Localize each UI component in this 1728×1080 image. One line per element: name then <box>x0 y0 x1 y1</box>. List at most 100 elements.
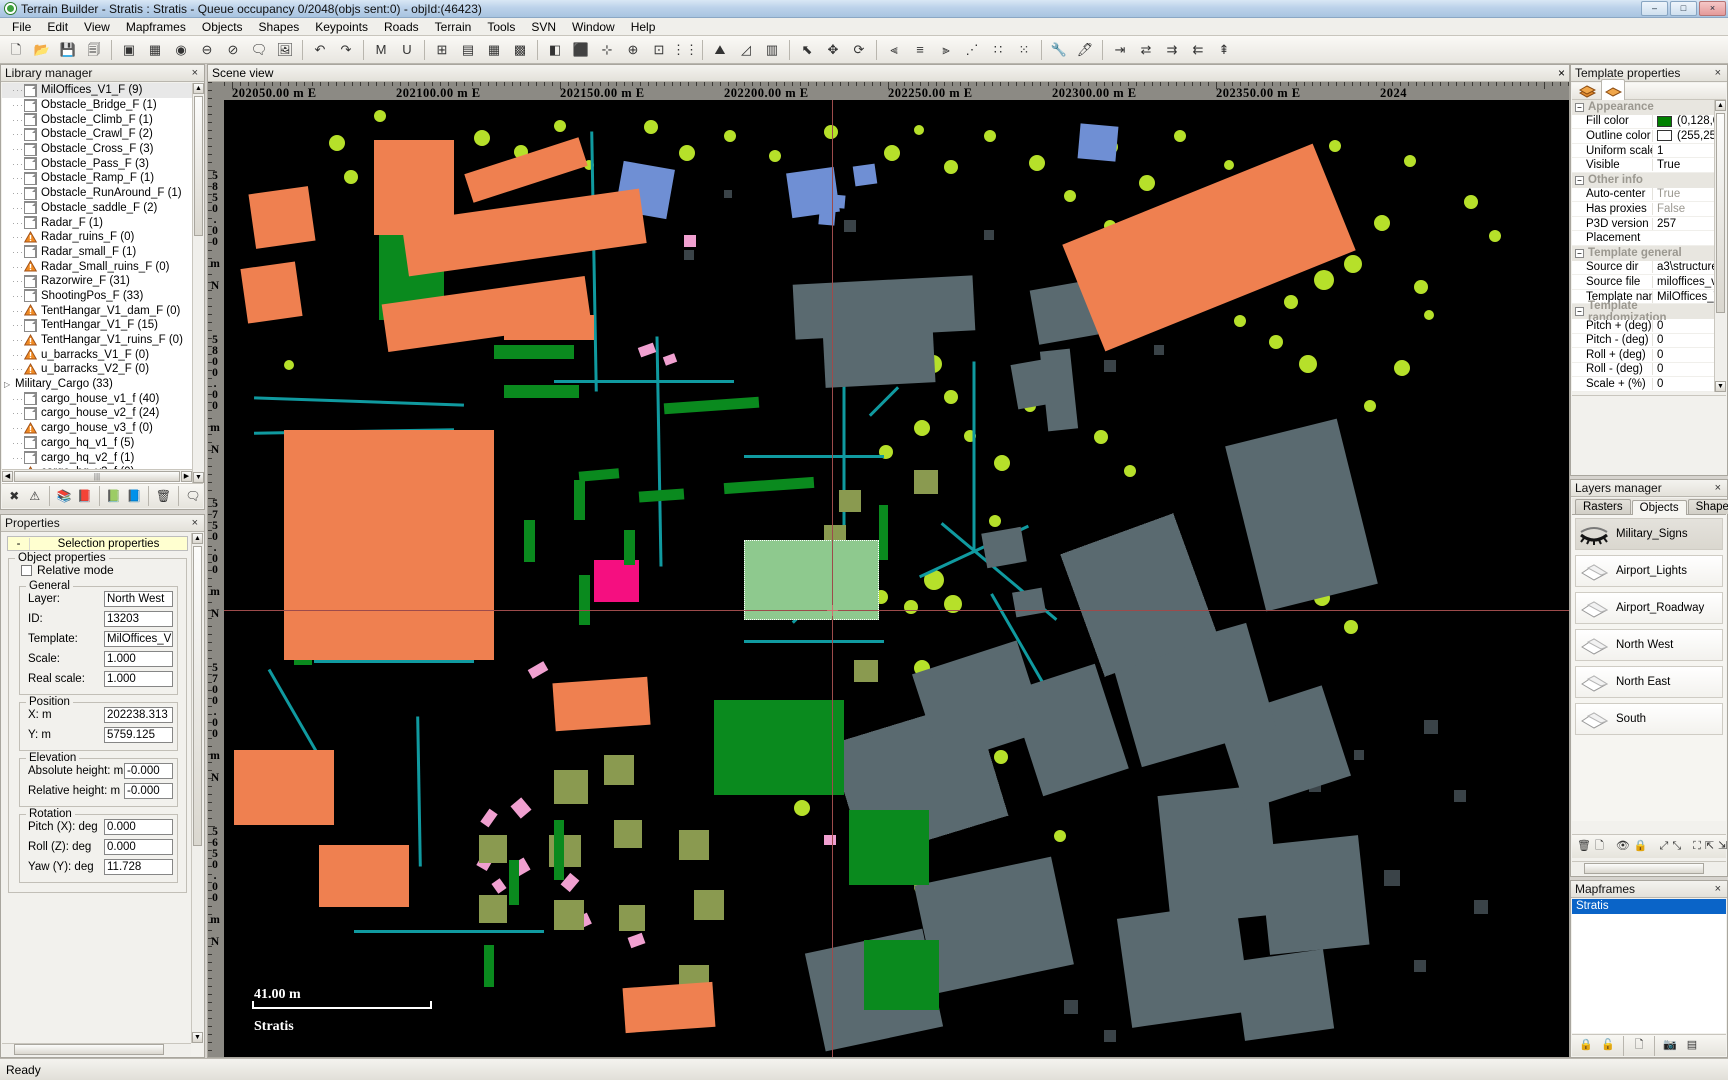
grid-fine-icon[interactable]: ▩ <box>508 38 532 62</box>
template-group-3[interactable]: –Template randomization <box>1572 304 1715 319</box>
color-swatch-icon[interactable] <box>1657 130 1672 141</box>
object-align-icon[interactable]: ⊹ <box>595 38 619 62</box>
template-row-0-3[interactable]: VisibleTrue <box>1572 158 1715 173</box>
group-expander-icon[interactable]: – <box>1575 249 1584 258</box>
template-row-1-0[interactable]: Auto-centerTrue <box>1572 188 1715 203</box>
template-row-value[interactable]: True <box>1652 188 1715 200</box>
menu-item-svn[interactable]: SVN <box>523 19 564 35</box>
library-item-7[interactable]: ···Obstacle_RunAround_F (1) <box>2 186 192 201</box>
menu-item-tools[interactable]: Tools <box>479 19 523 35</box>
library-item-8[interactable]: ···Obstacle_saddle_F (2) <box>2 201 192 216</box>
mapframes-close-icon[interactable]: × <box>1713 883 1723 895</box>
relative-height-input[interactable]: -0.000 <box>124 783 173 799</box>
distribute-icon[interactable]: ⋰ <box>960 38 984 62</box>
box-icon[interactable]: ◧ <box>543 38 567 62</box>
layers-close-icon[interactable]: × <box>1713 482 1723 494</box>
roll-input[interactable]: 0.000 <box>104 839 173 855</box>
group-expander-icon[interactable]: – <box>1575 176 1584 185</box>
layer-item-2[interactable]: Airport_Roadway <box>1575 592 1723 624</box>
collapse-icon[interactable]: ⤡ <box>1671 837 1682 857</box>
template-row-2-0[interactable]: Source dira3\structures_f\mil\offi <box>1572 261 1715 276</box>
group-expander-icon[interactable]: – <box>1575 103 1584 112</box>
save-all-icon[interactable]: 🗐 <box>82 38 106 62</box>
layers-tab-rasters[interactable]: Rasters <box>1575 499 1631 514</box>
layer-item-4[interactable]: North East <box>1575 666 1723 698</box>
layer-item-1[interactable]: Airport_Lights <box>1575 555 1723 587</box>
template-row-0-0[interactable]: Fill color(0,128,0) <box>1572 115 1715 130</box>
x-input[interactable]: 202238.313 <box>104 707 173 723</box>
library-item-16[interactable]: ···TentHangar_V1_F (15) <box>2 318 192 333</box>
library-item-3[interactable]: ···Obstacle_Crawl_F (2) <box>2 127 192 142</box>
grid-small-icon[interactable]: ▤ <box>456 38 480 62</box>
library-item-1[interactable]: ···Obstacle_Bridge_F (1) <box>2 98 192 113</box>
template-row-value[interactable]: (255,255,255) <box>1652 130 1715 142</box>
template-row-value[interactable]: 0 <box>1652 363 1715 375</box>
template-grid-vscrollbar[interactable]: ▲ ▼ <box>1714 100 1726 392</box>
box-3d-icon[interactable]: ⬛ <box>569 38 593 62</box>
library-item-17[interactable]: ···TentHangar_V1_ruins_F (0) <box>2 333 192 348</box>
new-mapframe-icon[interactable]: 🗋 <box>1629 1036 1649 1056</box>
road-add-icon[interactable]: ⇥ <box>1108 38 1132 62</box>
move-up-icon[interactable]: ⇱ <box>1704 837 1715 857</box>
template-input[interactable]: MilOffices_V1_F <box>104 631 173 647</box>
remove-template-icon[interactable]: ✖ <box>5 485 23 507</box>
library-item-5[interactable]: ···Obstacle_Pass_F (3) <box>2 156 192 171</box>
redo-icon[interactable]: ↷ <box>334 38 358 62</box>
properties-vscrollbar[interactable]: ▲ ▼ <box>191 533 203 1043</box>
library-item-11[interactable]: ···Radar_small_F (1) <box>2 245 192 260</box>
library-item-6[interactable]: ···Obstacle_Ramp_F (1) <box>2 171 192 186</box>
group-expander-icon[interactable]: ▷ <box>4 380 15 389</box>
menu-item-view[interactable]: View <box>76 19 118 35</box>
library-item-22[interactable]: ···cargo_house_v2_f (24) <box>2 406 192 421</box>
menu-item-window[interactable]: Window <box>564 19 623 35</box>
menu-item-roads[interactable]: Roads <box>376 19 427 35</box>
new-layer-icon[interactable]: 🗋 <box>1594 837 1605 857</box>
scene-close-icon[interactable]: × <box>1558 66 1565 80</box>
pitch-input[interactable]: 0.000 <box>104 819 173 835</box>
template-row-value[interactable]: True <box>1652 159 1715 171</box>
export-library-icon[interactable]: 📕 <box>75 485 93 507</box>
object-group-icon[interactable]: ⊡ <box>647 38 671 62</box>
m-letter-icon[interactable]: M <box>369 38 393 62</box>
map-canvas[interactable]: 41.00 m Stratis <box>224 100 1569 1057</box>
library-item-20[interactable]: ▷Military_Cargo (33) <box>2 377 192 392</box>
menu-item-file[interactable]: File <box>4 19 39 35</box>
layer-item-3[interactable]: North West <box>1575 629 1723 661</box>
layer-input[interactable]: North West <box>104 591 173 607</box>
library-item-14[interactable]: ···ShootingPos_F (33) <box>2 289 192 304</box>
library-item-13[interactable]: ···Razorwire_F (31) <box>2 274 192 289</box>
template-row-3-1[interactable]: Pitch - (deg)0 <box>1572 334 1715 349</box>
image-import-icon[interactable]: ▣ <box>117 38 141 62</box>
open-library-icon[interactable]: 📗 <box>105 485 123 507</box>
mapframe-item-0[interactable]: Stratis <box>1572 899 1726 914</box>
template-row-1-3[interactable]: Placement <box>1572 231 1715 246</box>
template-row-0-1[interactable]: Outline color(255,255,255) <box>1572 129 1715 144</box>
template-row-value[interactable]: 0 <box>1652 349 1715 361</box>
library-item-4[interactable]: ···Obstacle_Cross_F (3) <box>2 142 192 157</box>
yaw-input[interactable]: 11.728 <box>104 859 173 875</box>
cursor-rotate-icon[interactable]: ⟳ <box>847 38 871 62</box>
library-item-12[interactable]: ···Radar_Small_ruins_F (0) <box>2 259 192 274</box>
relative-mode-checkbox[interactable] <box>21 565 32 576</box>
template-row-3-0[interactable]: Pitch + (deg)0 <box>1572 319 1715 334</box>
absolute-height-input[interactable]: -0.000 <box>124 763 173 779</box>
delete-icon[interactable]: 🗑 <box>154 485 172 507</box>
library-item-15[interactable]: ···TentHangar_V1_dam_F (0) <box>2 303 192 318</box>
library-item-0[interactable]: ···MilOffices_V1_F (9) <box>2 83 192 98</box>
satellite-mask-icon[interactable]: ⊞ <box>430 38 454 62</box>
comment-icon[interactable]: 🗨 <box>184 485 202 507</box>
image-globe-icon[interactable]: ◉ <box>169 38 193 62</box>
scatter-icon[interactable]: ∷ <box>986 38 1010 62</box>
template-row-value[interactable]: False <box>1652 203 1715 215</box>
camera-icon[interactable]: 📷 <box>1660 1036 1680 1056</box>
template-properties-close-icon[interactable]: × <box>1713 67 1723 79</box>
road-split-icon[interactable]: ⇞ <box>1212 38 1236 62</box>
road-edit-icon[interactable]: ⇄ <box>1134 38 1158 62</box>
align-right-icon[interactable]: ⫸ <box>934 38 958 62</box>
library-item-18[interactable]: ···u_barracks_V1_F (0) <box>2 347 192 362</box>
properties-hscrollbar[interactable] <box>2 1043 191 1056</box>
template-row-3-3[interactable]: Roll - (deg)0 <box>1572 363 1715 378</box>
template-group-1[interactable]: –Other info <box>1572 173 1715 188</box>
id-input[interactable]: 13203 <box>104 611 173 627</box>
menu-item-objects[interactable]: Objects <box>194 19 251 35</box>
